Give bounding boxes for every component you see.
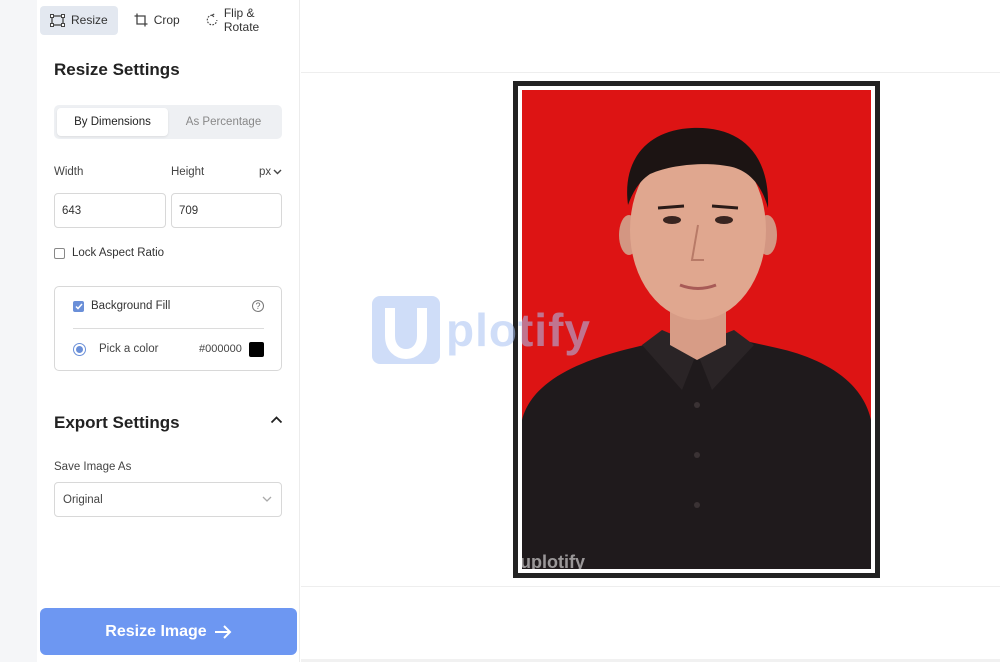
checkbox-icon (54, 247, 65, 259)
image-frame (513, 81, 880, 578)
watermark-small: uplotify (520, 552, 585, 572)
lock-aspect-ratio-label: Lock Aspect Ratio (72, 247, 165, 259)
chevron-down-icon (262, 496, 272, 502)
color-swatch[interactable] (249, 342, 264, 357)
chevron-down-icon (273, 169, 282, 175)
tab-resize[interactable]: Resize (40, 5, 118, 35)
divider (73, 328, 264, 329)
checkbox-checked-icon (73, 300, 84, 312)
pick-color-label: Pick a color (99, 343, 159, 355)
color-hex-value: #000000 (199, 343, 242, 355)
radio-selected-icon (76, 346, 83, 353)
height-label: Height (171, 166, 205, 178)
unit-label: px (259, 166, 272, 178)
unit-dropdown[interactable]: px (259, 166, 282, 178)
crop-icon (134, 13, 148, 27)
tab-flip-rotate[interactable]: Flip & Rotate (196, 6, 294, 35)
tab-crop-label: Crop (153, 13, 180, 27)
height-input-value: 709 (179, 204, 199, 217)
width-label: Width (54, 166, 84, 178)
portrait-photo (522, 90, 871, 569)
rotate-icon (206, 13, 218, 26)
help-icon[interactable]: ? (252, 300, 264, 312)
tab-by-dimensions[interactable]: By Dimensions (57, 108, 168, 136)
resize-image-button[interactable]: Resize Image (40, 608, 297, 655)
tab-crop[interactable]: Crop (124, 6, 190, 35)
chevron-up-icon[interactable] (270, 416, 283, 424)
resize-mode-toggle: By Dimensions As Percentage (54, 105, 282, 139)
background-fill-checkbox[interactable]: Background Fill (73, 300, 170, 312)
resize-icon (50, 13, 65, 27)
tab-resize-label: Resize (71, 13, 108, 27)
save-image-as-select[interactable]: Original (54, 482, 282, 517)
tab-as-percentage[interactable]: As Percentage (168, 108, 279, 136)
portrait-illustration (522, 127, 871, 569)
save-image-as-value: Original (63, 493, 103, 506)
left-gutter (0, 0, 37, 662)
pick-color-radio[interactable] (73, 343, 86, 356)
resize-settings-title: Resize Settings (54, 60, 180, 79)
tab-flip-rotate-label: Flip & Rotate (223, 6, 260, 34)
lock-aspect-ratio-checkbox[interactable]: Lock Aspect Ratio (54, 247, 164, 259)
width-input-value: 643 (62, 204, 82, 217)
image-border (518, 86, 875, 573)
resize-image-button-label: Resize Image (105, 622, 207, 640)
width-input[interactable]: 643 (54, 193, 166, 228)
height-input[interactable]: 709 (171, 193, 282, 228)
save-image-as-label: Save Image As (54, 461, 132, 473)
background-fill-label: Background Fill (91, 300, 171, 312)
export-settings-title: Export Settings (54, 413, 180, 432)
arrow-right-icon (214, 624, 232, 639)
tool-tabs: Resize Crop Flip & Rotate (37, 0, 300, 40)
